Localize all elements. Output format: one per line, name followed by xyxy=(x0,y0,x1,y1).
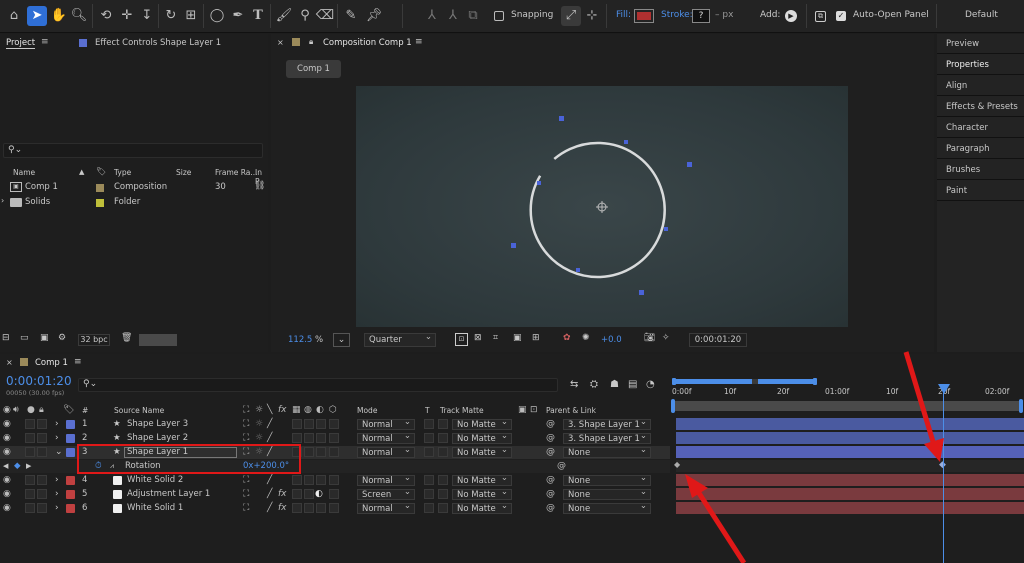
annotation-arrow-top xyxy=(903,351,937,446)
annotation-arrows xyxy=(685,351,944,563)
annotation-arrow-bottom xyxy=(694,488,747,563)
annotation-arrowhead-bottom xyxy=(685,474,708,498)
annotation-arrowhead-top xyxy=(924,438,944,462)
